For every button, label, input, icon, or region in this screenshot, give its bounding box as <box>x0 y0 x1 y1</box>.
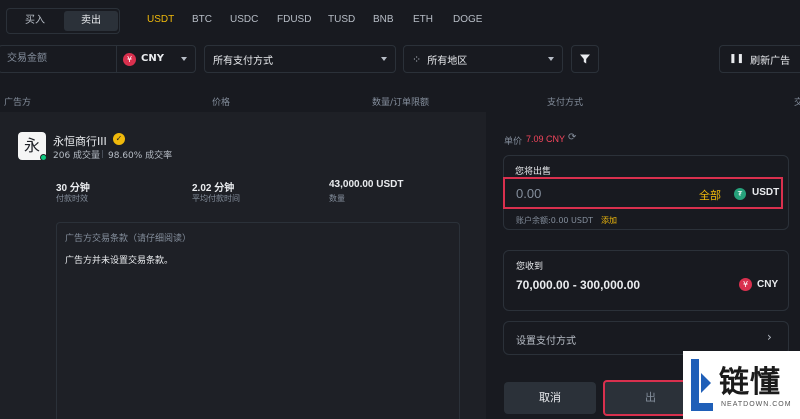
coin-tab-usdt[interactable]: USDT <box>147 14 174 25</box>
add-funds-link[interactable]: 添加 <box>601 215 617 226</box>
refresh-icon[interactable]: ⟳ <box>568 132 576 143</box>
watermark-l-icon <box>691 359 713 411</box>
coin-tab-fdusd[interactable]: FDUSD <box>277 14 311 25</box>
terms-panel: 广告方交易条款（请仔细阅读） 广告方并未设置交易条款。 <box>56 222 460 419</box>
cny-icon: ¥ <box>739 278 752 291</box>
region-filter[interactable]: ⁘ 所有地区 <box>403 45 563 73</box>
chevron-right-icon: › <box>767 330 772 344</box>
avg-payment-time: 2.02 分钟 <box>192 183 235 194</box>
pause-icon: ❚❚ <box>729 54 745 64</box>
coin-tab-btc[interactable]: BTC <box>192 14 212 25</box>
terms-body: 广告方并未设置交易条款。 <box>65 256 174 266</box>
region-filter-label: 所有地区 <box>427 55 468 67</box>
coin-tab-eth[interactable]: ETH <box>413 14 433 25</box>
receive-amount: 70,000.00 - 300,000.00 <box>516 278 641 292</box>
region-grid-icon: ⁘ <box>412 52 422 66</box>
refresh-ads-label: 刷新广告 <box>750 55 791 67</box>
online-status-dot <box>40 154 47 161</box>
buy-tab[interactable]: 买入 <box>9 11 61 31</box>
unit-price-label: 单价 <box>504 137 523 147</box>
sell-tab[interactable]: 卖出 <box>64 11 118 31</box>
completion-rate: 98.60% 成交率 <box>108 151 173 161</box>
column-header-advertiser: 广告方 <box>4 98 32 108</box>
avg-payment-time-label: 平均付款时间 <box>192 194 240 203</box>
funnel-icon <box>580 54 590 64</box>
sell-asset-label: USDT <box>752 187 780 198</box>
coin-tab-tusd[interactable]: TUSD <box>328 14 355 25</box>
unit-price-value: 7.09 CNY <box>526 134 566 144</box>
payment-method-label: 设置支付方式 <box>516 336 576 347</box>
watermark-subtext: NEATDOWN.COM <box>721 401 792 408</box>
verified-badge-icon: ✓ <box>113 133 125 145</box>
buy-sell-toggle: 买入 卖出 <box>6 8 120 34</box>
column-header-limit: 数量/订单限额 <box>372 98 430 108</box>
watermark-text: 链懂 <box>719 365 781 400</box>
usdt-icon: ₮ <box>734 188 746 200</box>
column-header-price: 价格 <box>212 98 231 108</box>
chevron-down-icon <box>181 57 187 61</box>
payment-filter-label: 所有支付方式 <box>213 55 273 67</box>
payment-time-limit-label: 付款时效 <box>56 194 88 203</box>
amount-input[interactable]: 交易金额 <box>0 46 117 72</box>
sell-amount-input[interactable]: 0.00 <box>516 186 541 201</box>
refresh-ads-button[interactable]: ❚❚ 刷新广告 <box>719 45 800 73</box>
account-balance: 账户余额:0.00 USDT <box>516 216 594 225</box>
watermark-logo: 链懂 NEATDOWN.COM <box>683 351 800 419</box>
filter-button[interactable] <box>571 45 599 73</box>
trade-count: 206 成交量 <box>53 151 101 161</box>
sell-label: 您将出售 <box>515 167 552 177</box>
receive-asset-label: CNY <box>757 279 779 290</box>
terms-title: 广告方交易条款（请仔细阅读） <box>65 234 192 244</box>
available-quantity-label: 数量 <box>329 194 345 203</box>
cancel-button[interactable]: 取消 <box>504 382 596 414</box>
currency-select[interactable]: CNY <box>141 53 164 64</box>
coin-tab-usdc[interactable]: USDC <box>230 14 258 25</box>
cny-currency-icon: ¥ <box>123 53 136 66</box>
coin-tab-doge[interactable]: DOGE <box>453 14 482 25</box>
available-quantity: 43,000.00 USDT <box>329 179 404 190</box>
advertiser-name[interactable]: 永恒商行III <box>53 133 107 149</box>
column-header-trade: 交 <box>794 98 800 108</box>
coin-tab-bnb[interactable]: BNB <box>373 14 394 25</box>
column-header-payment: 支付方式 <box>547 98 584 108</box>
payment-time-limit: 30 分钟 <box>56 183 90 194</box>
chevron-down-icon <box>381 57 387 61</box>
sell-all-button[interactable]: 全部 <box>699 187 721 203</box>
payment-filter[interactable]: 所有支付方式 <box>204 45 396 73</box>
divider <box>102 150 103 158</box>
amount-filter: 交易金额 ¥ CNY <box>0 45 196 73</box>
chevron-down-icon <box>548 57 554 61</box>
receive-label: 您收到 <box>516 262 544 272</box>
